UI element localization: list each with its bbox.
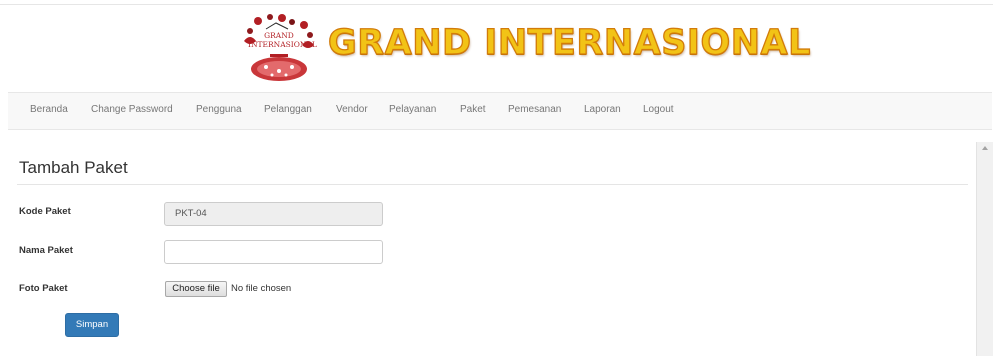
- nav-item-laporan[interactable]: Laporan: [584, 104, 621, 115]
- content-panel: [8, 142, 976, 356]
- kode-paket-field: PKT-04: [164, 202, 383, 226]
- nav-item-vendor[interactable]: Vendor: [336, 104, 368, 115]
- simpan-button[interactable]: Simpan: [65, 313, 119, 337]
- nav-item-pengguna[interactable]: Pengguna: [196, 104, 242, 115]
- scroll-up-arrow-icon[interactable]: [982, 146, 988, 150]
- nav-item-pemesanan[interactable]: Pemesanan: [508, 104, 561, 115]
- nav-item-pelayanan[interactable]: Pelayanan: [389, 104, 436, 115]
- nav-item-logout[interactable]: Logout: [643, 104, 674, 115]
- brand-logo: [244, 14, 314, 81]
- logo-text: GRAND INTERNASIONAL: [248, 31, 317, 49]
- nav-item-beranda[interactable]: Beranda: [30, 104, 68, 115]
- nama-paket-label: Nama Paket: [19, 245, 73, 256]
- nav-item-change-password[interactable]: Change Password: [91, 104, 173, 115]
- foto-paket-label: Foto Paket: [19, 283, 68, 294]
- file-status-text: No file chosen: [231, 283, 292, 294]
- title-divider: [17, 184, 968, 185]
- nama-paket-input[interactable]: [164, 240, 383, 264]
- brand-title: GRAND INTERNASIONAL: [327, 22, 811, 63]
- site-header: GRAND INTERNASIONAL GRAND INTERNASIONAL: [0, 5, 993, 91]
- nav-item-pelanggan[interactable]: Pelanggan: [264, 104, 312, 115]
- page-scrollbar[interactable]: [976, 142, 993, 356]
- kode-paket-label: Kode Paket: [19, 206, 71, 217]
- nav-item-paket[interactable]: Paket: [460, 104, 486, 115]
- choose-file-button[interactable]: Choose file: [165, 281, 227, 297]
- main-navbar: Beranda Change Password Pengguna Pelangg…: [8, 92, 992, 130]
- page-title: Tambah Paket: [19, 158, 128, 177]
